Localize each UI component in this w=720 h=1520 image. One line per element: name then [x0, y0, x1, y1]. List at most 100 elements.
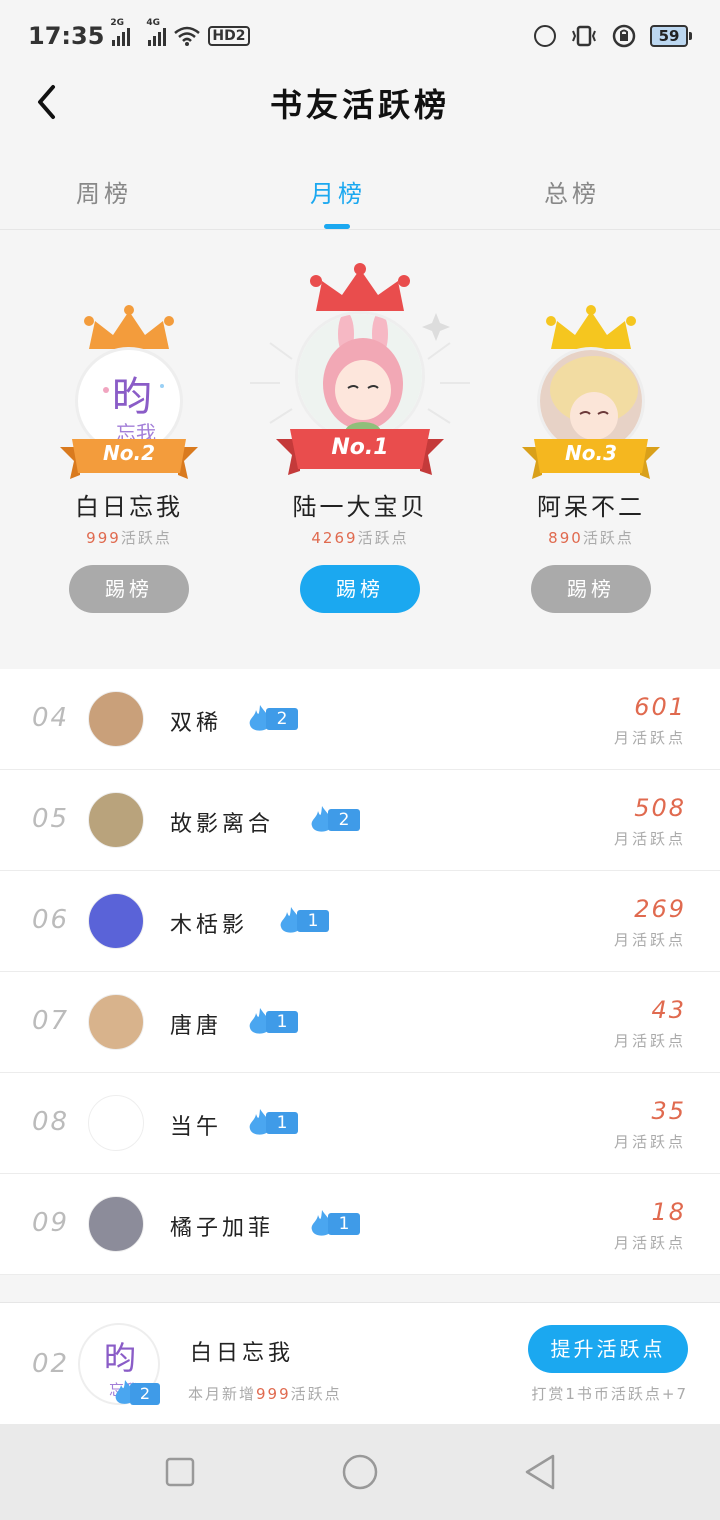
level-value: 2 — [266, 708, 298, 730]
ranking-list: 04 双稀 2 601 月活跃点 05 故影离合 2 508 月活跃点 06 木栝影 1 269 月活跃点 0… — [0, 669, 720, 1275]
status-time: 17:35 — [28, 22, 105, 50]
podium-name-second: 白日忘我 — [75, 493, 183, 521]
level-value: 2 — [328, 809, 360, 831]
list-item[interactable]: 09 橘子加菲 1 18 月活跃点 — [0, 1174, 720, 1275]
list-score-label: 月活跃点 — [613, 1234, 686, 1252]
list-score: 18 — [651, 1198, 686, 1226]
list-item[interactable]: 06 木栝影 1 269 月活跃点 — [0, 871, 720, 972]
battery-level: 59 — [650, 25, 688, 47]
rotation-lock-icon — [612, 24, 636, 48]
signal-4g-label: 4G — [146, 18, 161, 28]
tab-monthly[interactable]: 月榜 — [278, 174, 398, 209]
signal-4g-icon: 4G — [146, 18, 167, 46]
level-value: 1 — [328, 1213, 360, 1235]
kick-button-third[interactable]: 踢榜 — [531, 565, 651, 613]
points-suffix: 活跃点 — [357, 529, 409, 547]
list-score-label: 月活跃点 — [613, 1032, 686, 1050]
tab-total[interactable]: 总榜 — [512, 174, 632, 209]
signal-2g-label: 2G — [110, 18, 125, 28]
list-name: 双稀 — [170, 711, 223, 736]
list-score: 269 — [634, 895, 686, 923]
list-score: 508 — [634, 794, 686, 822]
my-name: 白日忘我 — [190, 1341, 295, 1366]
circle-icon — [342, 1454, 378, 1490]
kick-button-first[interactable]: 踢榜 — [300, 565, 420, 613]
level-badge: 1 — [308, 1210, 360, 1237]
list-rank: 07 — [32, 1006, 70, 1036]
boost-points-button[interactable]: 提升活跃点 — [528, 1325, 688, 1373]
list-name: 当午 — [170, 1115, 223, 1140]
crown-icon — [84, 305, 174, 349]
my-monthly-points: 本月新增999活跃点 — [188, 1383, 342, 1404]
level-badge: 1 — [277, 907, 329, 934]
svg-text:昀: 昀 — [104, 1339, 136, 1377]
avatar[interactable] — [295, 311, 425, 441]
list-score: 601 — [634, 693, 686, 721]
my-rank-bar: 02 昀 忘我 2 白日忘我 本月新增999活跃点 提升活跃点 打赏1书币活跃点… — [0, 1302, 720, 1424]
list-score: 43 — [651, 996, 686, 1024]
page-title: 书友活跃榜 — [269, 86, 450, 124]
list-rank: 05 — [32, 804, 70, 834]
list-name: 木栝影 — [170, 913, 249, 938]
points-value: 4269 — [311, 529, 358, 547]
rank-label-third: No.3 — [565, 441, 617, 465]
boost-hint: 打赏1书币活跃点+7 — [531, 1385, 688, 1403]
status-right: 59 — [534, 24, 692, 48]
list-rank: 09 — [32, 1208, 70, 1238]
level-badge: 2 — [308, 806, 360, 833]
list-item[interactable]: 08 当午 1 35 月活跃点 — [0, 1073, 720, 1174]
podium-points-second: 999活跃点 — [19, 527, 239, 548]
rank-label-first: No.1 — [331, 435, 389, 460]
square-icon — [165, 1457, 195, 1487]
my-rank-number: 02 — [32, 1349, 70, 1379]
my-level-value: 2 — [130, 1383, 160, 1405]
my-sub-suffix: 活跃点 — [290, 1385, 342, 1403]
points-suffix: 活跃点 — [120, 529, 172, 547]
podium-second: 昀 忘我 No.2 白日忘我 999活跃点 踢榜 — [19, 231, 239, 631]
kick-button-second[interactable]: 踢榜 — [69, 565, 189, 613]
system-nav-bar — [0, 1424, 720, 1520]
triangle-back-icon — [525, 1454, 555, 1490]
list-item[interactable]: 05 故影离合 2 508 月活跃点 — [0, 770, 720, 871]
points-value: 999 — [86, 529, 121, 547]
list-name: 橘子加菲 — [170, 1216, 275, 1241]
list-score-label: 月活跃点 — [613, 729, 686, 747]
list-score-label: 月活跃点 — [613, 830, 686, 848]
eye-comfort-icon — [534, 25, 556, 47]
tab-weekly[interactable]: 周榜 — [44, 174, 164, 209]
avatar[interactable] — [88, 994, 144, 1050]
my-sub-prefix: 本月新增 — [188, 1385, 257, 1403]
list-item[interactable]: 07 唐唐 1 43 月活跃点 — [0, 972, 720, 1073]
level-badge: 1 — [246, 1008, 298, 1035]
rank-label-second: No.2 — [103, 441, 155, 465]
list-score-label: 月活跃点 — [613, 931, 686, 949]
list-name: 故影离合 — [170, 812, 275, 837]
header: 书友活跃榜 — [0, 72, 720, 132]
list-rank: 04 — [32, 703, 70, 733]
podium-first: No.1 陆一大宝贝 4269活跃点 踢榜 — [250, 231, 470, 631]
tab-indicator — [324, 224, 350, 229]
podium-name-first: 陆一大宝贝 — [292, 493, 428, 521]
podium-points-first: 4269活跃点 — [250, 527, 470, 548]
avatar[interactable] — [88, 792, 144, 848]
list-score-label: 月活跃点 — [613, 1133, 686, 1151]
list-item[interactable]: 04 双稀 2 601 月活跃点 — [0, 669, 720, 770]
nav-back-button[interactable] — [510, 1442, 570, 1502]
wifi-icon — [174, 26, 201, 46]
points-value: 890 — [548, 529, 583, 547]
level-value: 1 — [297, 910, 329, 932]
crown-icon — [546, 305, 636, 349]
points-suffix: 活跃点 — [582, 529, 634, 547]
avatar[interactable] — [88, 691, 144, 747]
podium: 昀 忘我 No.2 白日忘我 999活跃点 踢榜 No.1 陆一大宝贝 4269… — [0, 231, 720, 653]
battery-icon: 59 — [650, 25, 692, 47]
signal-2g-icon: 2G — [110, 18, 131, 46]
recent-apps-button[interactable] — [150, 1442, 210, 1502]
home-button[interactable] — [330, 1442, 390, 1502]
podium-points-third: 890活跃点 — [481, 527, 701, 548]
avatar[interactable] — [88, 1196, 144, 1252]
my-sub-number: 999 — [256, 1385, 291, 1403]
avatar[interactable] — [88, 893, 144, 949]
avatar[interactable] — [88, 1095, 144, 1151]
hd-badge: HD2 — [208, 26, 250, 46]
